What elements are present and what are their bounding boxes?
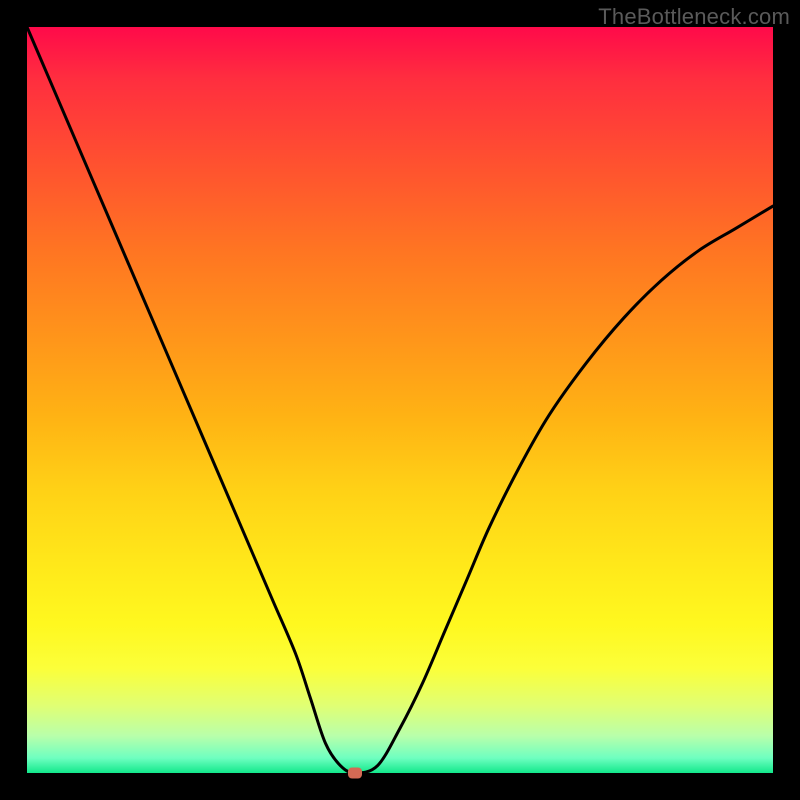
- optimal-marker: [348, 768, 362, 779]
- watermark-text: TheBottleneck.com: [598, 4, 790, 30]
- bottleneck-curve: [27, 27, 773, 773]
- chart-frame: TheBottleneck.com: [0, 0, 800, 800]
- plot-area: [27, 27, 773, 773]
